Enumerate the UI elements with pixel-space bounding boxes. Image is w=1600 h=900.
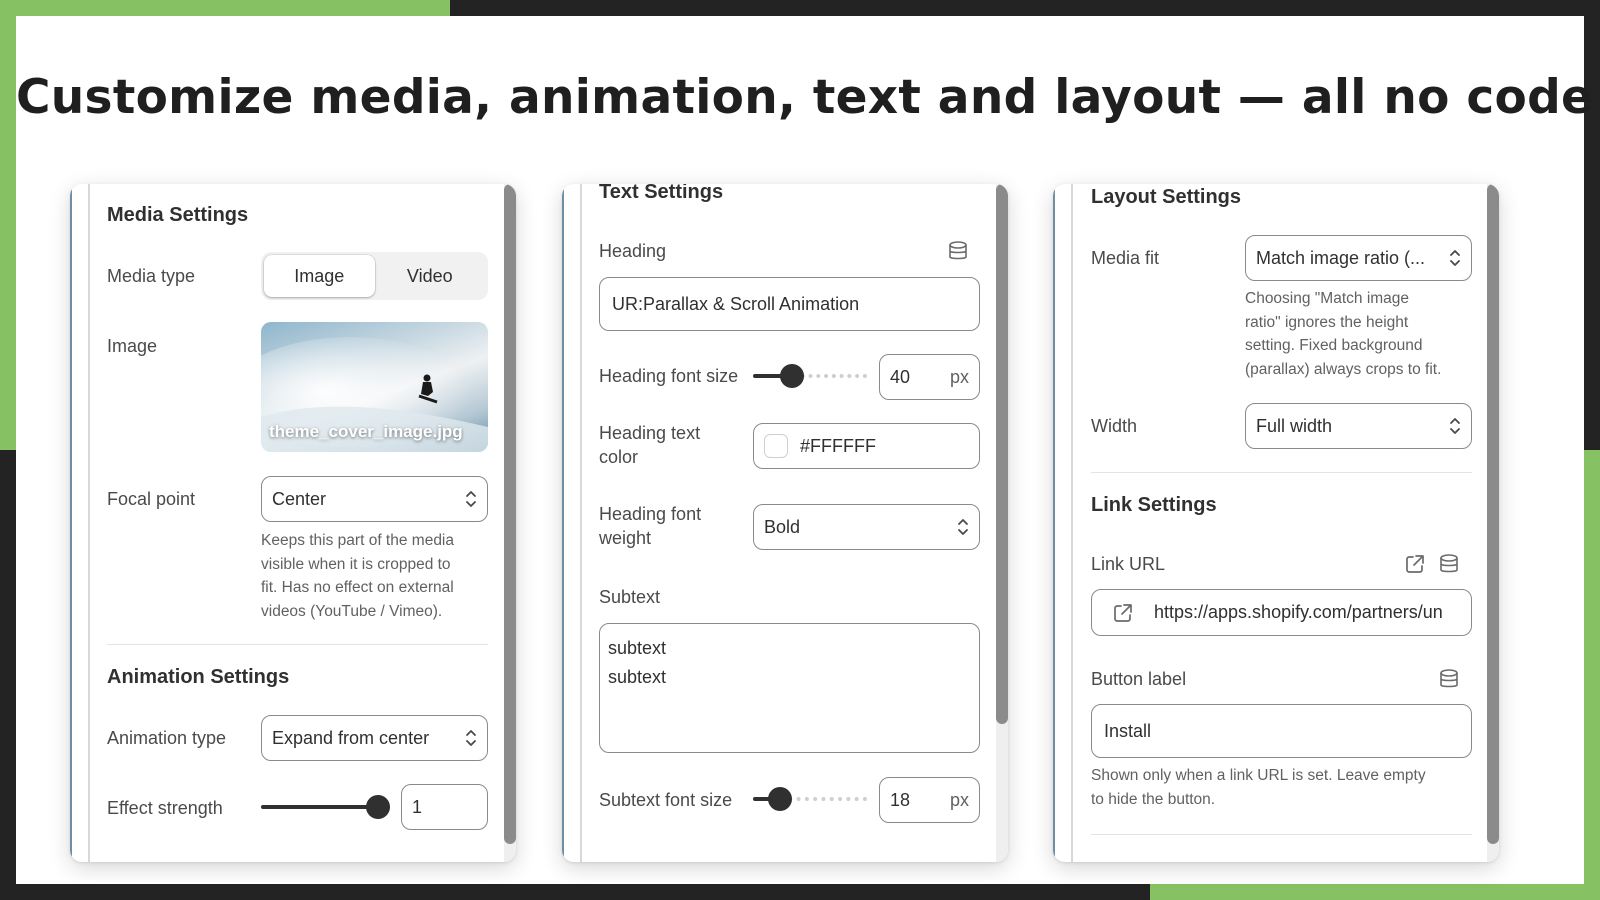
animation-type-label: Animation type	[107, 728, 227, 748]
headline: Customize media, animation, text and lay…	[16, 70, 1600, 125]
panel-inner-line	[1071, 184, 1073, 862]
media-type-label: Media type	[107, 266, 196, 286]
media-type-option-video[interactable]: Video	[375, 255, 486, 297]
effect-strength-slider-knob[interactable]	[366, 795, 390, 819]
focal-point-value: Center	[272, 488, 327, 509]
color-swatch[interactable]	[764, 434, 788, 458]
focal-point-help: Keeps this part of the media visible whe…	[261, 532, 455, 620]
link-settings-title: Link Settings	[1091, 494, 1217, 516]
button-label-help: Shown only when a link URL is set. Leave…	[1091, 767, 1426, 808]
media-fit-label: Media fit	[1091, 248, 1160, 268]
chevron-up-down-icon	[1450, 250, 1460, 266]
chevron-up-down-icon	[958, 519, 968, 535]
chevron-up-down-icon	[1450, 418, 1460, 434]
heading-font-weight-label: Heading font weight	[599, 504, 702, 548]
layout-settings-panel: Layout Settings Media fit Match image ra…	[1053, 184, 1499, 862]
heading-font-size-input[interactable]: 40 px	[879, 354, 980, 400]
panel-edge	[70, 184, 72, 862]
link-url-label: Link URL	[1091, 554, 1166, 574]
database-icon[interactable]	[947, 240, 969, 262]
layout-settings-title: Layout Settings	[1091, 186, 1242, 208]
animation-settings-title: Animation Settings	[107, 666, 290, 688]
media-settings-panel: Media Settings Media type Image Video Im…	[70, 184, 516, 862]
heading-text-color-input[interactable]: #FFFFFF	[753, 423, 980, 469]
subtext-font-size-slider-knob[interactable]	[768, 787, 792, 811]
chevron-up-down-icon	[466, 730, 476, 746]
media-type-segmented-control: Image Video	[261, 252, 488, 300]
heading-input[interactable]: UR:Parallax & Scroll Animation	[599, 277, 980, 331]
width-label: Width	[1091, 416, 1138, 436]
image-preview[interactable]: theme_cover_image.jpg	[261, 322, 488, 452]
banner-canvas: Customize media, animation, text and lay…	[16, 16, 1600, 884]
text-settings-panel: Text Settings Heading UR:Parallax & Scro…	[562, 184, 1008, 862]
panel-edge	[562, 184, 564, 862]
effect-strength-label: Effect strength	[107, 798, 223, 818]
section-divider	[1091, 834, 1472, 835]
button-label-label: Button label	[1091, 669, 1187, 689]
external-link-icon[interactable]	[1404, 553, 1426, 575]
subtext-font-size-label: Subtext font size	[599, 790, 733, 810]
effect-strength-slider-track[interactable]	[261, 805, 378, 809]
external-link-icon	[1114, 603, 1132, 622]
media-type-option-image[interactable]: Image	[264, 255, 375, 297]
animation-type-select[interactable]: Expand from center	[261, 715, 488, 761]
text-settings-title: Text Settings	[599, 184, 724, 203]
section-divider	[107, 644, 488, 645]
image-label: Image	[107, 336, 158, 356]
heading-text-color-label: Heading text color	[599, 423, 701, 467]
heading-font-size-slider-rest	[793, 374, 867, 378]
subtext-textarea[interactable]: subtext subtext	[599, 623, 980, 753]
effect-strength-input[interactable]: 1	[401, 784, 488, 830]
scrollbar-thumb[interactable]	[1487, 184, 1499, 844]
subtext-font-size-input[interactable]: 18 px	[879, 777, 980, 823]
chevron-up-down-icon	[466, 491, 476, 507]
media-fit-select[interactable]: Match image ratio (...	[1245, 235, 1472, 281]
image-filename: theme_cover_image.jpg	[269, 422, 463, 441]
heading-font-size-label: Heading font size	[599, 366, 739, 386]
panel-inner-line	[88, 184, 90, 862]
media-fit-help: Choosing "Match image ratio" ignores the…	[1245, 290, 1442, 378]
heading-label: Heading	[599, 241, 667, 261]
scrollbar-thumb[interactable]	[504, 184, 516, 844]
subtext-label: Subtext	[599, 587, 661, 607]
heading-font-size-slider-knob[interactable]	[780, 364, 804, 388]
subtext-font-size-slider-rest	[780, 797, 867, 801]
section-divider	[1091, 472, 1472, 473]
scrollbar-thumb[interactable]	[996, 184, 1008, 724]
panel-edge	[1053, 184, 1055, 862]
animation-type-value: Expand from center	[272, 727, 430, 748]
focal-point-select[interactable]: Center	[261, 476, 488, 522]
width-select[interactable]: Full width	[1245, 403, 1472, 449]
heading-font-weight-select[interactable]: Bold	[753, 504, 980, 550]
link-url-input[interactable]: https://apps.shopify.com/partners/un	[1091, 589, 1472, 636]
focal-point-label: Focal point	[107, 489, 196, 509]
database-icon[interactable]	[1438, 553, 1460, 575]
panel-inner-line	[580, 184, 582, 862]
button-label-input[interactable]: Install	[1091, 704, 1472, 758]
media-settings-title: Media Settings	[107, 204, 249, 226]
database-icon[interactable]	[1438, 668, 1460, 690]
